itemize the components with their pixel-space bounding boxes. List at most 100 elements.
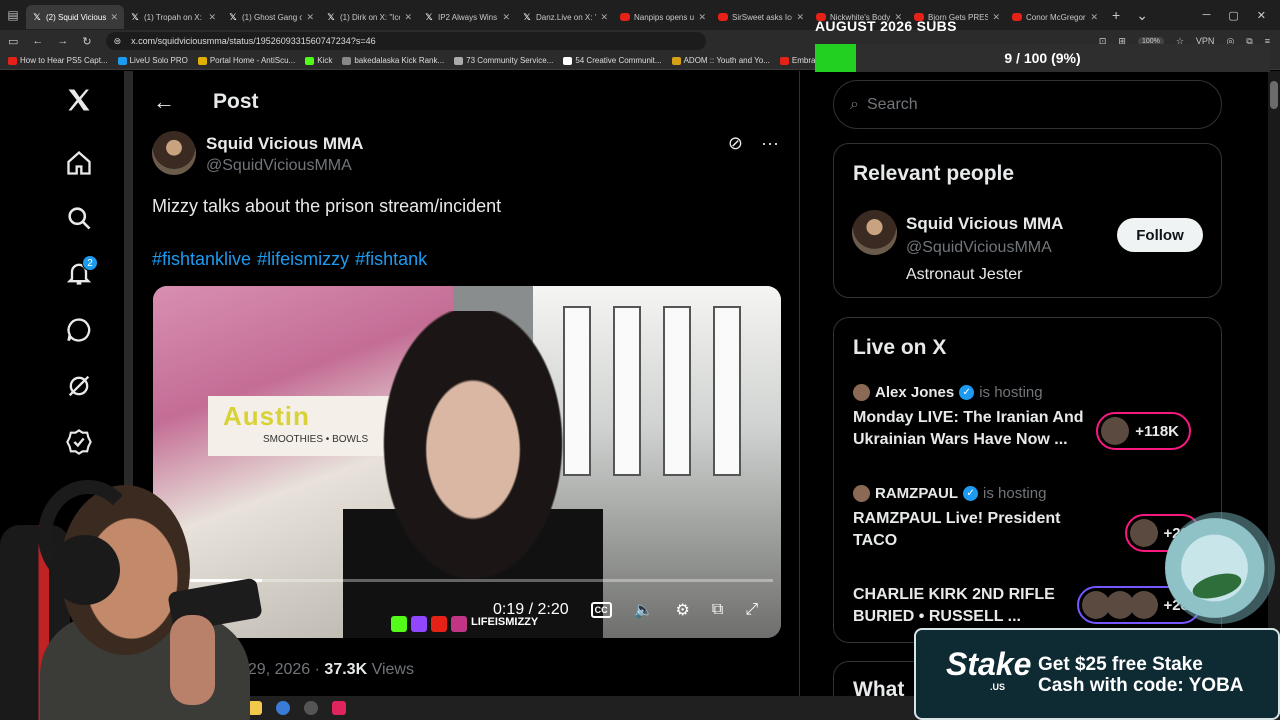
subs-goal-title: AUGUST 2026 SUBS <box>815 18 957 34</box>
bookmark-item[interactable]: How to Hear PS5 Capt... <box>8 56 108 65</box>
bookmark-item[interactable]: ADOM :: Youth and Yo... <box>671 56 770 65</box>
browser-tab[interactable]: 𝕏 (1) Ghost Gang on ✕ <box>222 5 320 29</box>
volume-icon[interactable]: 🔈 <box>634 600 654 620</box>
more-options-icon[interactable]: ··· <box>761 133 779 154</box>
browser-tab[interactable]: SirSweet asks Ice P ✕ <box>712 5 810 29</box>
browser-tab[interactable]: 𝕏 (1) Tropah on X: "A ✕ <box>124 5 222 29</box>
bookmark-item[interactable]: bakedalaska Kick Rank... <box>342 56 444 65</box>
scrollbar-thumb[interactable] <box>1270 81 1278 109</box>
reload-icon[interactable]: ↻ <box>82 35 91 48</box>
bookmark-favicon-icon <box>779 56 789 65</box>
bookmark-item[interactable]: LiveU Solo PRO <box>117 56 188 65</box>
forward-icon[interactable]: → <box>57 35 68 47</box>
home-icon[interactable] <box>60 144 98 182</box>
search-icon: ⌕ <box>850 95 859 113</box>
tab-label: (2) Squid Vicious M <box>46 12 107 22</box>
explore-search-icon[interactable] <box>60 199 98 237</box>
grok-explain-icon[interactable]: ⊘ <box>728 133 743 154</box>
x-logo-icon[interactable] <box>60 81 98 119</box>
x-favicon-icon: 𝕏 <box>33 11 41 22</box>
bookmark-label: How to Hear PS5 Capt... <box>20 56 108 65</box>
address-bar[interactable]: ⊜ x.com/squidviciousmma/status/195260933… <box>105 32 706 50</box>
browser-tab[interactable]: 𝕏 (2) Squid Vicious M✕ <box>26 5 124 29</box>
post-views-label: Views <box>371 661 414 678</box>
post-author[interactable]: Squid Vicious MMA @SquidViciousMMA <box>152 131 363 175</box>
x-favicon-icon: 𝕏 <box>131 11 139 22</box>
tab-menu-icon[interactable]: ▤ <box>0 0 26 30</box>
fullscreen-icon[interactable]: ⤢ <box>745 601 758 619</box>
post-header: ← Post <box>153 89 259 115</box>
video-progress-bar[interactable] <box>181 579 773 582</box>
host-name: RAMZPAUL <box>875 485 959 502</box>
card-title: What <box>853 678 905 696</box>
avatar[interactable] <box>152 131 196 175</box>
live-host: RAMZPAUL ✓ is hosting <box>853 485 1213 502</box>
back-icon[interactable]: ← <box>32 35 43 47</box>
hashtag-link[interactable]: #fishtank <box>355 249 427 270</box>
relevant-person-handle[interactable]: @SquidViciousMMA <box>906 239 1052 257</box>
tab-label: Nanpips opens up <box>634 12 695 22</box>
tab-close-icon[interactable]: ✕ <box>698 12 706 23</box>
stake-promo-text: Get $25 free Stake Cash with code: YOBA <box>1038 654 1244 696</box>
bookmark-item[interactable]: 54 Creative Communit... <box>563 56 662 65</box>
tab-close-icon[interactable]: ✕ <box>796 12 804 23</box>
avatar[interactable] <box>852 210 897 255</box>
sidebar-toggle-icon[interactable]: ▭ <box>8 35 18 48</box>
browser-tab[interactable]: 𝕏 (1) Dirk on X: "Ice P ✕ <box>320 5 418 29</box>
x-favicon-icon: 𝕏 <box>229 11 237 22</box>
file-explorer-icon[interactable] <box>248 701 262 715</box>
back-arrow-icon[interactable]: ← <box>153 89 177 115</box>
notifications-bell-icon[interactable]: 2 <box>60 254 98 292</box>
video-window <box>713 306 741 476</box>
stake-promo-line: Get $25 free Stake <box>1038 654 1203 675</box>
search-placeholder: Search <box>866 95 918 113</box>
relevant-people-card: Relevant people Squid Vicious MMA @Squid… <box>833 143 1222 298</box>
search-input[interactable]: ⌕ Search <box>833 80 1222 129</box>
tab-close-icon[interactable]: ✕ <box>110 12 118 23</box>
tab-label: SirSweet asks Ice P <box>732 12 792 22</box>
tab-close-icon[interactable]: ✕ <box>600 12 608 23</box>
listeners-pill[interactable]: +118K <box>1096 412 1191 450</box>
avatar <box>1129 519 1158 547</box>
hashtag-link[interactable]: #lifeismizzy <box>257 249 349 270</box>
hosting-label: is hosting <box>983 485 1047 502</box>
bookmark-item[interactable]: 73 Community Service... <box>454 56 553 65</box>
stake-ad-banner: Stake .US Get $25 free Stake Cash with c… <box>914 628 1280 720</box>
notification-count-badge: 2 <box>82 255 98 271</box>
author-name[interactable]: Squid Vicious MMA <box>206 134 363 154</box>
bookmark-item[interactable]: Portal Home - AntiScu... <box>197 56 295 65</box>
youtube-icon <box>431 616 447 632</box>
grok-icon[interactable] <box>60 367 98 405</box>
pip-icon[interactable]: ⧉ <box>712 601 723 619</box>
verified-orgs-icon[interactable] <box>60 423 98 461</box>
app-icon[interactable] <box>332 701 346 715</box>
browser-tab[interactable]: Nanpips opens up ✕ <box>614 5 712 29</box>
relevant-person-bio: Astronaut Jester <box>906 266 1023 283</box>
bookmark-favicon-icon <box>197 56 207 65</box>
tab-close-icon[interactable]: ✕ <box>502 12 510 23</box>
live-title: RAMZPAUL Live! President TACO <box>853 510 1061 549</box>
x-favicon-icon: 𝕏 <box>425 11 433 22</box>
page-scrollbar[interactable] <box>1268 71 1280 696</box>
bookmark-label: bakedalaska Kick Rank... <box>354 56 445 65</box>
settings-gear-icon[interactable]: ⚙ <box>676 600 690 620</box>
obs-icon[interactable] <box>304 701 318 715</box>
site-info-icon[interactable]: ⊜ <box>114 36 122 47</box>
bookmark-item[interactable]: Kick <box>305 56 332 65</box>
browser-tab[interactable]: 𝕏 Danz.Live on X: "Si ✕ <box>516 5 614 29</box>
browser-icon[interactable] <box>276 701 290 715</box>
author-handle[interactable]: @SquidViciousMMA <box>206 157 363 175</box>
captions-button[interactable]: CC <box>590 602 612 618</box>
subs-goal-bar: 9 / 100 (9%) <box>815 44 1270 72</box>
messages-icon[interactable] <box>60 311 98 349</box>
tab-close-icon[interactable]: ✕ <box>306 12 314 23</box>
video-window <box>613 306 641 476</box>
hashtag-link[interactable]: #fishtanklive <box>152 249 251 270</box>
tab-close-icon[interactable]: ✕ <box>404 12 412 23</box>
browser-tab[interactable]: 𝕏 IP2 Always Wins on ✕ <box>418 5 516 29</box>
tab-close-icon[interactable]: ✕ <box>208 12 216 23</box>
tab-label: Danz.Live on X: "Si <box>536 12 596 22</box>
relevant-person-name[interactable]: Squid Vicious MMA <box>906 214 1063 234</box>
bookmark-favicon-icon <box>671 56 681 65</box>
follow-button[interactable]: Follow <box>1117 218 1203 252</box>
